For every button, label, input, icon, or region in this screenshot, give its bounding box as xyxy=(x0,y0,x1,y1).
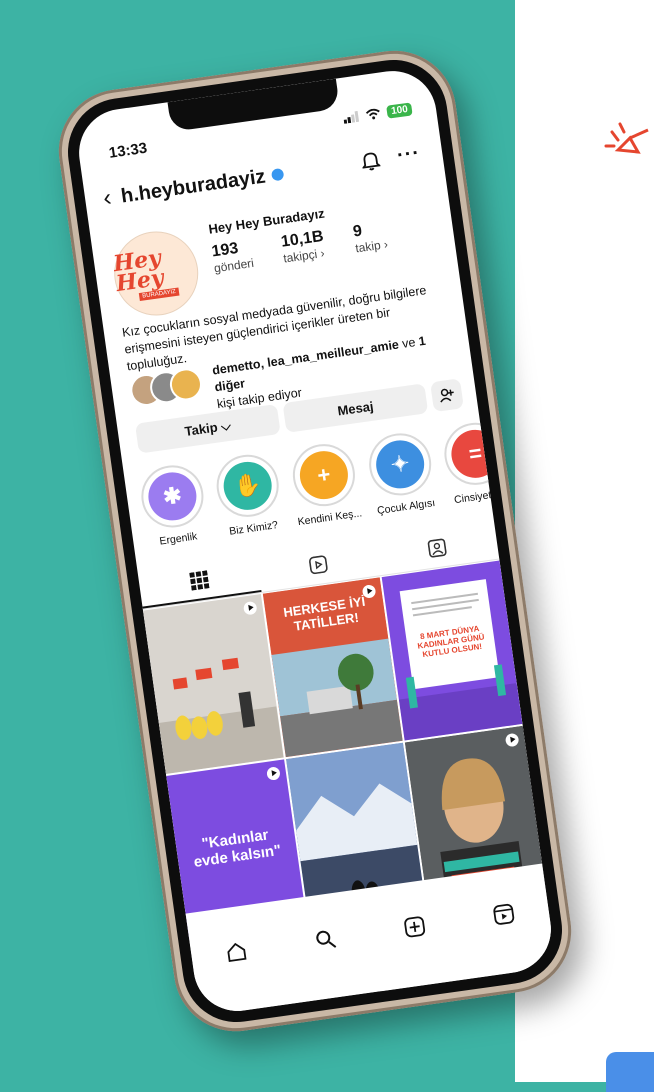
highlight-symbol: ✦ xyxy=(389,450,411,478)
highlight-ring: ✱ xyxy=(137,461,208,532)
reel-badge-icon xyxy=(265,766,281,781)
highlight-label: Çocuk Algısı xyxy=(376,496,436,517)
stat-followers[interactable]: 10,1B takipçi › xyxy=(280,228,327,266)
search-icon[interactable] xyxy=(313,927,338,952)
decorative-sketch-icon xyxy=(604,122,649,154)
highlight-label: Kendini Keş... xyxy=(296,507,363,529)
highlight-ring: ✋ xyxy=(212,450,283,521)
grid-post[interactable]: 8 MART DÜNYA KADINLAR GÜNÜ KUTLU OLSUN! xyxy=(381,560,523,741)
highlight-ring: + xyxy=(288,440,359,511)
highlight-label: Cinsiyetçilik xyxy=(453,486,510,507)
highlight-biz-kimiz[interactable]: ✋ Biz Kimiz? xyxy=(212,450,287,549)
phone-bezel: 13:33 100 ‹ h.heyburadayiz ··· Hey Hey B… xyxy=(61,52,569,1030)
highlight-cocuk-algisi[interactable]: ✦ Çocuk Algısı xyxy=(365,429,439,527)
followed-by-connector: ve xyxy=(397,334,420,352)
avatar[interactable]: Hey Hey BURADAYIZ xyxy=(108,226,204,321)
status-icons: 100 xyxy=(343,102,413,124)
highlight-symbol: + xyxy=(315,461,332,488)
add-person-icon xyxy=(440,388,454,403)
highlight-cinsiyetcilik[interactable]: = Cinsiyetçilik xyxy=(440,418,514,517)
home-icon[interactable] xyxy=(224,940,249,965)
more-options-icon[interactable]: ··· xyxy=(396,142,422,168)
stat-label: takip › xyxy=(354,237,389,256)
grid-post[interactable] xyxy=(143,594,284,775)
tagged-icon xyxy=(427,538,447,558)
highlight-ring: ✦ xyxy=(365,429,436,500)
followed-by-avatars xyxy=(128,366,209,409)
header-actions: ··· xyxy=(360,142,422,173)
stat-posts: 193 gönderi xyxy=(211,238,255,275)
follow-button[interactable]: Takip ⌵ xyxy=(134,404,281,454)
grid-post-caption: "Kadınlar evde kalsın" xyxy=(192,826,283,871)
corner-blue-element xyxy=(606,1052,654,1092)
highlight-ergenlik-icon: ✱ xyxy=(145,469,200,524)
highlight-symbol: = xyxy=(467,440,484,467)
phone-screen: 13:33 100 ‹ h.heyburadayiz ··· Hey Hey B… xyxy=(73,65,557,1017)
highlight-symbol: ✱ xyxy=(161,482,184,510)
highlight-biz-kimiz-icon: ✋ xyxy=(220,458,275,513)
battery-indicator: 100 xyxy=(386,102,413,119)
grid-icon xyxy=(189,570,210,591)
signal-icon xyxy=(343,110,360,124)
grid-post[interactable]: HERKESE İYİ TATİLLER! xyxy=(262,577,403,758)
profile-username: h.heyburadayiz xyxy=(119,164,267,208)
chevron-left-icon[interactable]: ‹ xyxy=(101,184,113,212)
notch xyxy=(167,78,341,132)
reels-icon xyxy=(309,555,328,575)
bell-icon[interactable] xyxy=(360,149,381,171)
suggest-button[interactable] xyxy=(430,378,464,413)
stat-following[interactable]: 9 takip › xyxy=(352,219,389,256)
highlight-symbol: ✋ xyxy=(232,471,263,500)
verified-badge-icon xyxy=(270,167,285,182)
wifi-icon xyxy=(366,108,381,120)
highlight-cinsiyetcilik-icon: = xyxy=(448,426,503,481)
highlight-kendini-kesfet-icon: + xyxy=(296,448,352,503)
avatar-logo-text: Hey Hey xyxy=(111,244,166,298)
minions-thumbnail xyxy=(158,657,284,775)
create-post-icon[interactable] xyxy=(402,914,427,939)
highlight-label: Biz Kimiz? xyxy=(228,519,279,538)
highlight-ring: = xyxy=(440,418,511,489)
highlight-kendini-kesfet[interactable]: + Kendini Keş... xyxy=(288,440,364,538)
highlight-ergenlik[interactable]: ✱ Ergenlik xyxy=(137,461,211,559)
reels-nav-icon[interactable] xyxy=(491,902,516,927)
status-time: 13:33 xyxy=(107,139,149,162)
highlight-label: Ergenlik xyxy=(158,530,199,548)
phone-frame: 13:33 100 ‹ h.heyburadayiz ··· Hey Hey B… xyxy=(50,42,580,1040)
highlight-cocuk-algisi-icon: ✦ xyxy=(373,437,428,492)
